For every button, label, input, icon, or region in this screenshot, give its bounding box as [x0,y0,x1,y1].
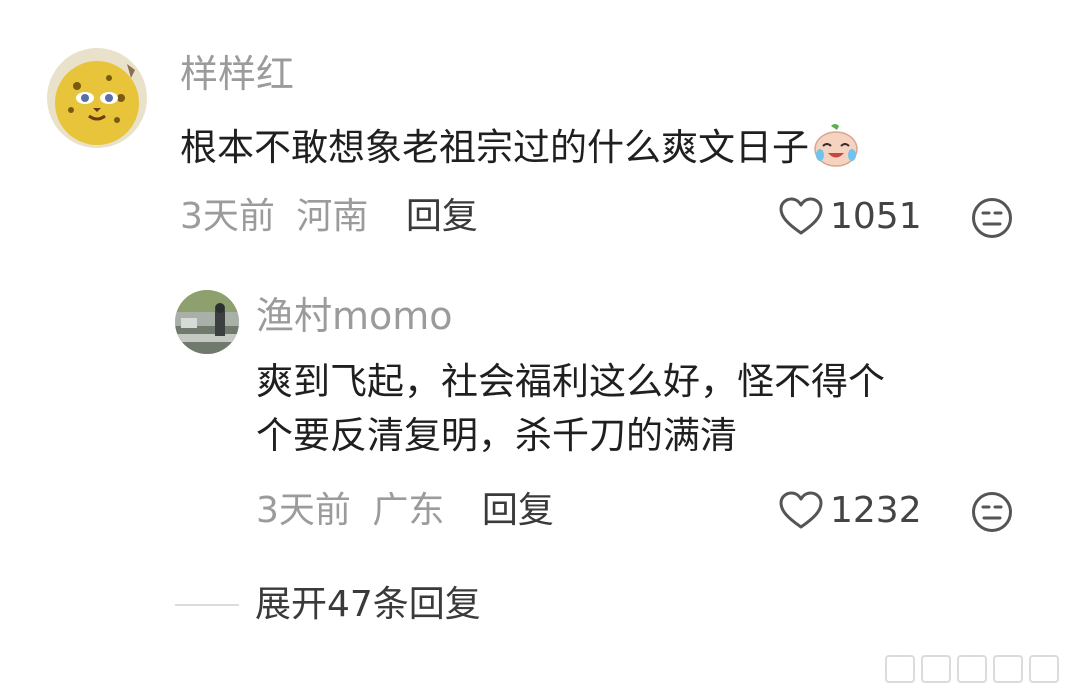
comment-reply-button[interactable]: 回复 [406,196,478,237]
comment-text-content: 根本不敢想象老祖宗过的什么爽文日子 [180,126,809,169]
comment-location: 河南 [296,196,369,237]
comment-thread: 样样红 根本不敢想象老祖宗过的什么爽文日子 3天前 河南 回复 1051 渔村m… [0,0,1080,690]
dislike-face-icon [972,492,1012,532]
reply-like-count: 1232 [830,490,922,531]
heart-icon [779,197,823,235]
expand-divider [175,604,239,606]
comment-text: 根本不敢想象老祖宗过的什么爽文日子 [180,122,861,181]
comment-time: 3天前 [180,196,275,237]
comment-username[interactable]: 样样红 [180,50,294,98]
reply-text: 爽到飞起，社会福利这么好，怪不得个 个要反清复明，杀千刀的满清 [256,357,885,461]
crying-laughing-emoji-icon [811,122,861,181]
reply-like-button[interactable]: 1232 [778,488,922,534]
reply-avatar[interactable] [175,290,239,354]
comment-dislike-button[interactable] [970,196,1014,240]
reply-text-line-1: 爽到飞起，社会福利这么好，怪不得个 [256,360,885,403]
comment-like-button[interactable]: 1051 [778,194,922,240]
heart-icon [779,491,823,529]
watermark-logo [884,652,1074,686]
reply-reply-button[interactable]: 回复 [482,490,554,531]
reply-location: 广东 [372,490,445,531]
reply-dislike-button[interactable] [970,490,1014,534]
comment-like-count: 1051 [830,196,922,237]
comment-meta: 3天前 河南 回复 [180,194,478,240]
dislike-face-icon [972,198,1012,238]
avatar[interactable] [47,48,147,148]
reply-username[interactable]: 渔村momo [256,292,453,340]
reply-time: 3天前 [256,490,351,531]
expand-replies-label: 展开47条回复 [255,584,481,625]
reply-meta: 3天前 广东 回复 [256,488,554,534]
expand-replies-button[interactable]: 展开47条回复 [175,582,481,628]
reply-text-line-2: 个要反清复明，杀千刀的满清 [256,414,737,457]
